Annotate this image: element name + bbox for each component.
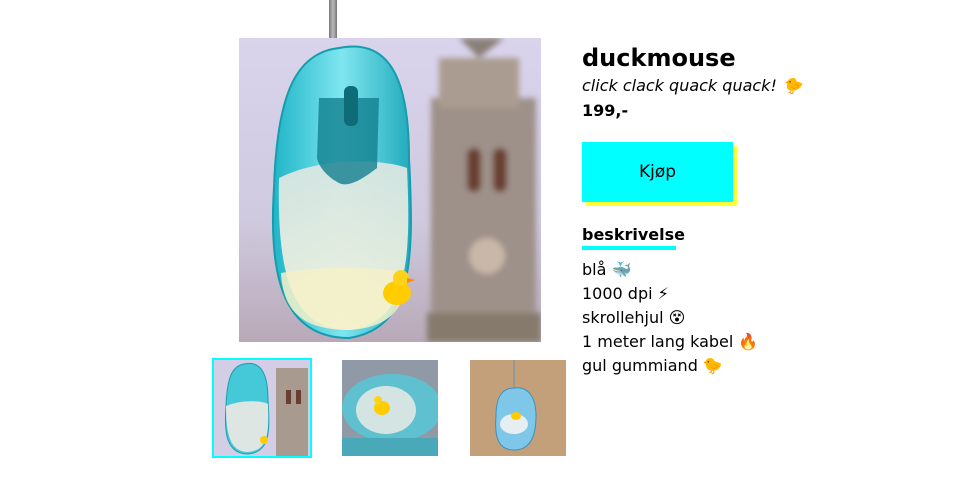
feature-item: gul gummiand 🐤	[582, 356, 723, 375]
description-heading: beskrivelse	[582, 225, 685, 244]
product-price: 199,-	[582, 101, 629, 120]
thumbnail-1[interactable]	[212, 358, 312, 458]
feature-list: blå 🐳 1000 dpi ⚡ skrollehjul 😵 1 meter l…	[582, 258, 758, 378]
main-product-image	[239, 38, 541, 342]
product-tagline: click clack quack quack! 🐤	[582, 76, 802, 95]
thumbnail-2[interactable]	[342, 360, 438, 456]
product-title: duckmouse	[582, 44, 736, 72]
thumbnail-3[interactable]	[470, 360, 566, 456]
description-underline	[582, 246, 676, 250]
mouse-cable	[329, 0, 337, 40]
buy-button[interactable]: Kjøp	[582, 142, 733, 202]
feature-item: blå 🐳	[582, 260, 632, 279]
feature-item: skrollehjul 😵	[582, 308, 686, 327]
feature-item: 1 meter lang kabel 🔥	[582, 332, 759, 351]
feature-item: 1000 dpi ⚡	[582, 284, 669, 303]
